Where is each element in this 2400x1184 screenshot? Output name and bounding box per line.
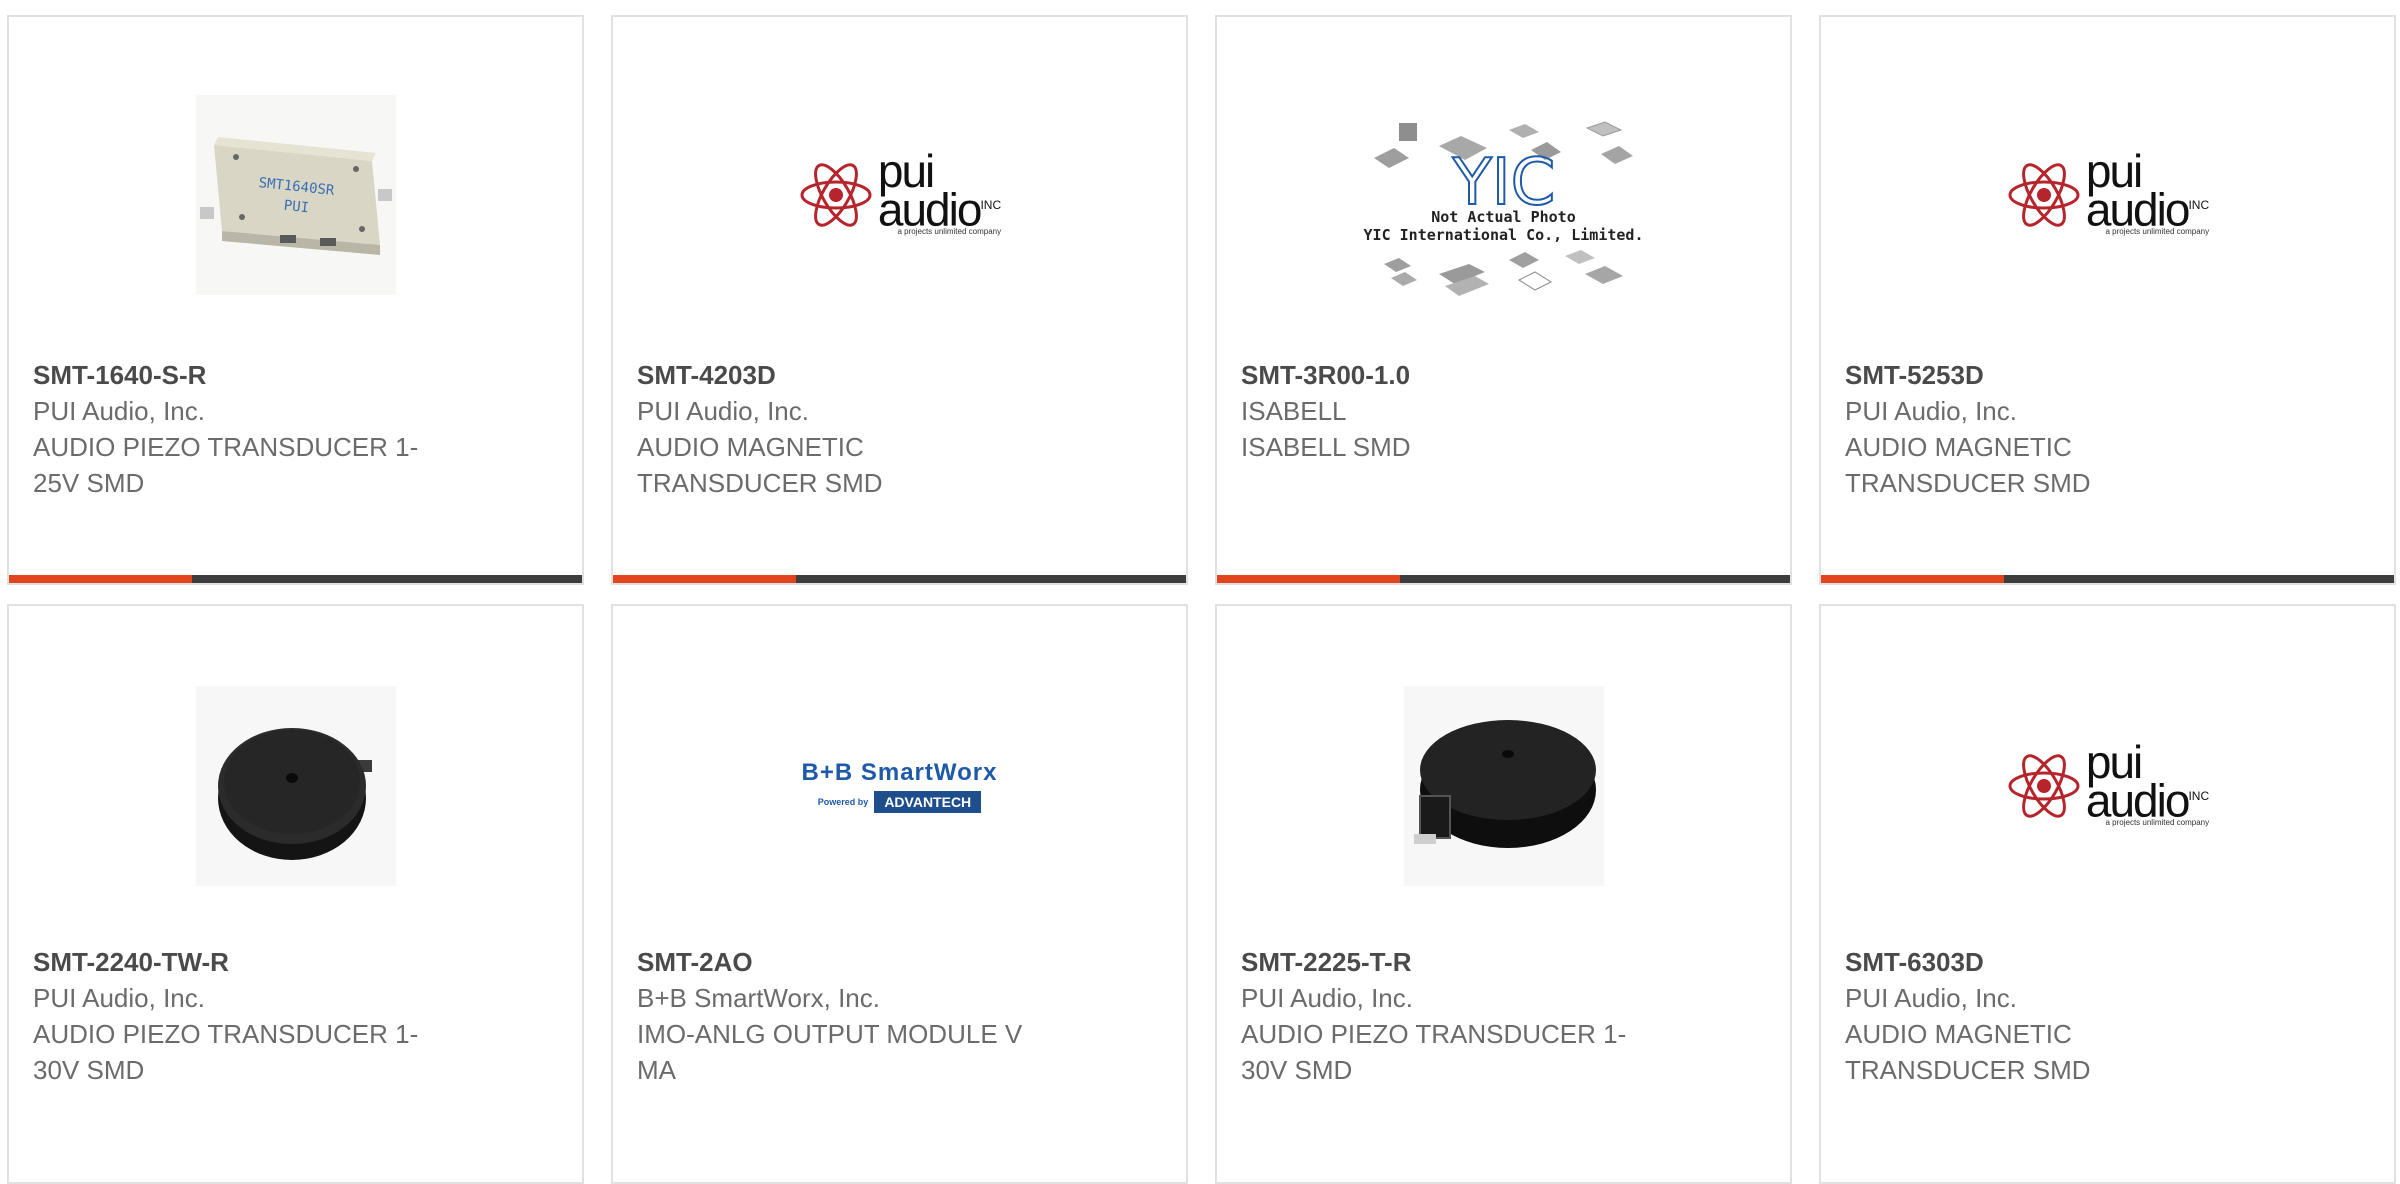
round-buzzer-image [195, 686, 396, 886]
card-accent-bar [9, 575, 582, 583]
description-line-2: TRANSDUCER SMD [1845, 1055, 2091, 1085]
product-info: SMT-4203D PUI Audio, Inc. AUDIO MAGNETIC… [637, 357, 1106, 501]
product-card[interactable]: YIC Not Actual Photo YIC International C… [1215, 15, 1792, 585]
part-number[interactable]: SMT-5253D [1845, 357, 2314, 393]
pui-tagline: a projects unlimited company [897, 227, 1002, 237]
card-accent-bar [1217, 575, 1790, 583]
product-info: SMT-1640-S-R PUI Audio, Inc. AUDIO PIEZO… [33, 357, 502, 501]
advantech-badge: ADVANTECH [874, 791, 982, 813]
pui-inc: INC [980, 197, 1002, 212]
description-line-1: AUDIO MAGNETIC [637, 432, 864, 462]
description-line-1: AUDIO MAGNETIC [1845, 1019, 2072, 1049]
description-line-1: AUDIO PIEZO TRANSDUCER 1- [1241, 1019, 1627, 1049]
manufacturer: PUI Audio, Inc. [1845, 396, 2017, 426]
product-info: SMT-3R00-1.0 ISABELL ISABELL SMD [1241, 357, 1710, 465]
description-line-1: ISABELL SMD [1241, 432, 1411, 462]
description-line-2: TRANSDUCER SMD [1845, 468, 2091, 498]
round-buzzer-tab-image [1403, 686, 1604, 886]
part-number[interactable]: SMT-6303D [1845, 944, 2314, 980]
pui-inc: INC [2188, 788, 2210, 803]
pui-audio-logo: pui audioINC a projects unlimited compan… [2006, 148, 2210, 237]
description-line-1: AUDIO MAGNETIC [1845, 432, 2072, 462]
product-image: YIC Not Actual Photo YIC International C… [1217, 61, 1790, 361]
card-accent-bar-highlight [1217, 575, 1400, 583]
chip-icons-bottom [1383, 250, 1623, 296]
product-card[interactable]: SMT1640SR PUI SMT-1640-S-R PUI Audio, In… [7, 15, 584, 585]
part-number[interactable]: SMT-2225-T-R [1241, 944, 1710, 980]
pui-tagline: a projects unlimited company [2105, 818, 2210, 828]
yic-caption-line-2: YIC International Co., Limited. [1363, 226, 1644, 244]
card-accent-bar-highlight [613, 575, 796, 583]
product-card[interactable]: SMT-2225-T-R PUI Audio, Inc. AUDIO PIEZO… [1215, 604, 1792, 1184]
product-card[interactable]: B+B SmartWorx Powered by ADVANTECH SMT-2… [611, 604, 1188, 1184]
description-line-2: TRANSDUCER SMD [637, 468, 883, 498]
manufacturer: PUI Audio, Inc. [33, 983, 205, 1013]
product-image: pui audioINC a projects unlimited compan… [1821, 65, 2394, 325]
card-accent-bar-highlight [1821, 575, 2004, 583]
description-line-1: AUDIO PIEZO TRANSDUCER 1- [33, 432, 419, 462]
manufacturer: B+B SmartWorx, Inc. [637, 983, 880, 1013]
product-card[interactable]: pui audioINC a projects unlimited compan… [1819, 604, 2396, 1184]
yic-mark: YIC [1451, 146, 1555, 208]
chip-icons-top: YIC [1373, 121, 1633, 208]
part-number[interactable]: SMT-1640-S-R [33, 357, 502, 393]
manufacturer: PUI Audio, Inc. [637, 396, 809, 426]
product-grid: SMT1640SR PUI SMT-1640-S-R PUI Audio, In… [0, 0, 2400, 1184]
yic-caption-line-1: Not Actual Photo [1431, 208, 1576, 226]
part-number[interactable]: SMT-2AO [637, 944, 1106, 980]
pui-tagline: a projects unlimited company [2105, 227, 2210, 237]
part-number[interactable]: SMT-2240-TW-R [33, 944, 502, 980]
card-accent-bar [1821, 575, 2394, 583]
atom-icon [800, 163, 872, 227]
description-line-2: 25V SMD [33, 468, 145, 498]
yic-placeholder-image: YIC Not Actual Photo YIC International C… [1363, 118, 1644, 304]
atom-icon [2008, 754, 2080, 818]
product-info: SMT-2240-TW-R PUI Audio, Inc. AUDIO PIEZ… [33, 944, 502, 1088]
product-info: SMT-6303D PUI Audio, Inc. AUDIO MAGNETIC… [1845, 944, 2314, 1088]
bb-smartworx-logo: B+B SmartWorx Powered by ADVANTECH [802, 759, 998, 813]
product-card[interactable]: pui audioINC a projects unlimited compan… [1819, 15, 2396, 585]
part-number[interactable]: SMT-4203D [637, 357, 1106, 393]
manufacturer: PUI Audio, Inc. [33, 396, 205, 426]
product-image: pui audioINC a projects unlimited compan… [1821, 656, 2394, 916]
description-line-1: AUDIO PIEZO TRANSDUCER 1- [33, 1019, 419, 1049]
product-card[interactable]: SMT-2240-TW-R PUI Audio, Inc. AUDIO PIEZ… [7, 604, 584, 1184]
manufacturer: ISABELL [1241, 396, 1347, 426]
smd-print-2: PUI [283, 198, 310, 217]
product-image: pui audioINC a projects unlimited compan… [613, 65, 1186, 325]
part-number[interactable]: SMT-3R00-1.0 [1241, 357, 1710, 393]
atom-icon [2008, 163, 2080, 227]
product-info: SMT-2AO B+B SmartWorx, Inc. IMO-ANLG OUT… [637, 944, 1106, 1088]
pui-inc: INC [2188, 197, 2210, 212]
product-image: B+B SmartWorx Powered by ADVANTECH [613, 656, 1186, 916]
description-line-1: IMO-ANLG OUTPUT MODULE V [637, 1019, 1023, 1049]
product-card[interactable]: pui audioINC a projects unlimited compan… [611, 15, 1188, 585]
bb-logo-title: B+B SmartWorx [801, 759, 998, 786]
bb-powered-by: Powered by [817, 797, 869, 807]
product-info: SMT-5253D PUI Audio, Inc. AUDIO MAGNETIC… [1845, 357, 2314, 501]
pui-audio-logo: pui audioINC a projects unlimited compan… [798, 148, 1002, 237]
description-line-2: 30V SMD [1241, 1055, 1353, 1085]
pui-audio-logo: pui audioINC a projects unlimited compan… [2006, 739, 2210, 828]
smd-buzzer-image: SMT1640SR PUI [195, 95, 396, 295]
product-image [1217, 656, 1790, 916]
description-line-2: MA [637, 1055, 676, 1085]
manufacturer: PUI Audio, Inc. [1241, 983, 1413, 1013]
manufacturer: PUI Audio, Inc. [1845, 983, 2017, 1013]
card-accent-bar [613, 575, 1186, 583]
product-image [9, 656, 582, 916]
product-info: SMT-2225-T-R PUI Audio, Inc. AUDIO PIEZO… [1241, 944, 1710, 1088]
card-accent-bar-highlight [9, 575, 192, 583]
description-line-2: 30V SMD [33, 1055, 145, 1085]
product-image: SMT1640SR PUI [9, 65, 582, 325]
